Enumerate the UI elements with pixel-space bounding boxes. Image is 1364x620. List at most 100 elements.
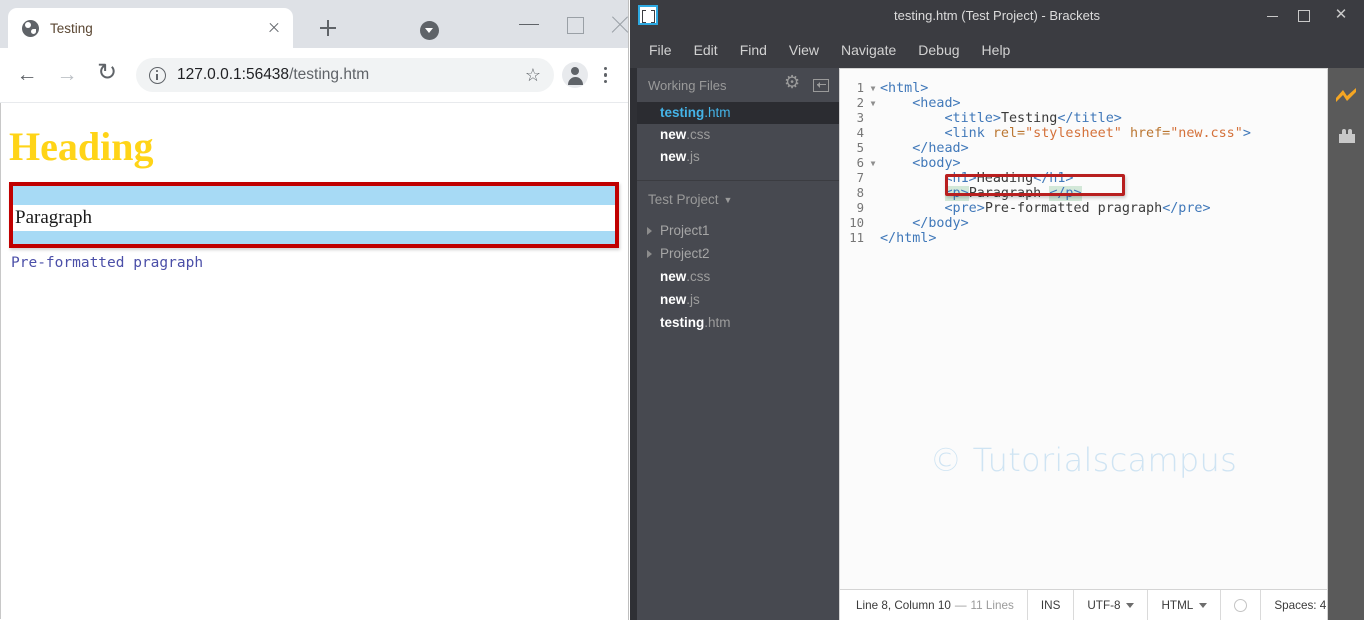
code-line[interactable]: 2 ▼ <head>: [840, 96, 1327, 111]
arrow-forward-icon[interactable]: [50, 58, 84, 92]
brackets-titlebar: testing.htm (Test Project) - Brackets ✕: [630, 0, 1364, 32]
working-file-new-css[interactable]: new.css: [637, 124, 839, 146]
gear-icon[interactable]: [784, 73, 801, 93]
caret-down-circle-icon[interactable]: [420, 21, 439, 40]
line-number: 10: [849, 216, 864, 230]
indent-size: 4: [1319, 598, 1327, 612]
file-extension: .js: [686, 149, 700, 164]
close-icon[interactable]: [265, 19, 283, 37]
tree-file-new-js[interactable]: new.js: [637, 288, 839, 311]
url-path: /testing.htm: [289, 66, 370, 83]
working-file-testing-htm[interactable]: testing.htm: [637, 102, 839, 124]
code-line[interactable]: 3 <title>Testing</title>: [840, 111, 1327, 126]
menu-find[interactable]: Find: [729, 38, 778, 62]
maximize-icon[interactable]: [1288, 0, 1318, 30]
page-preformatted: Pre-formatted pragraph: [11, 254, 204, 271]
code-line[interactable]: 6 ▼ <body>: [840, 156, 1327, 171]
maximize-icon[interactable]: [552, 8, 598, 40]
close-icon[interactable]: ✕: [1326, 0, 1356, 30]
code-line[interactable]: 10 </body>: [840, 216, 1327, 231]
close-icon[interactable]: [598, 8, 628, 40]
tree-file-testing-htm[interactable]: testing.htm: [637, 311, 839, 334]
menu-debug[interactable]: Debug: [907, 38, 970, 62]
line-number: 3: [856, 111, 864, 125]
code-line[interactable]: 4 <link rel="stylesheet" href="new.css">: [840, 126, 1327, 141]
star-icon[interactable]: ☆: [520, 66, 546, 84]
tree-item-label: Project1: [660, 223, 710, 238]
insert-mode[interactable]: INS: [1026, 590, 1073, 620]
code-fold-toggle-icon[interactable]: ▼: [866, 96, 880, 111]
brackets-body: Working Files testing.htm new.css new.js…: [630, 68, 1364, 620]
code-line-text: </body>: [912, 216, 969, 231]
code-line[interactable]: 1 ▼ <html>: [840, 81, 1327, 96]
indent-label: Spaces:: [1274, 598, 1317, 612]
chevron-right-icon: [647, 250, 652, 258]
code-line[interactable]: 7 <h1>Heading</h1>: [840, 171, 1327, 186]
code-line-text: <html>: [880, 81, 929, 96]
brackets-menubar: File Edit Find View Navigate Debug Help: [630, 32, 1364, 68]
code-area[interactable]: 1 ▼ <html> 2 ▼ <head> 3 <title>Testing</title…: [840, 69, 1327, 589]
code-line-text: </head>: [912, 141, 969, 156]
plus-icon[interactable]: [315, 15, 341, 41]
brackets-window: testing.htm (Test Project) - Brackets ✕ …: [630, 0, 1364, 620]
cursor-position[interactable]: Line 8, Column 10—11 Lines: [840, 590, 1027, 620]
code-line[interactable]: 9 <pre>Pre-formatted pragraph</pre>: [840, 201, 1327, 216]
encoding-label: UTF-8: [1087, 598, 1121, 612]
cursor-text: Line 8, Column 10: [856, 598, 951, 612]
info-circle-icon[interactable]: [149, 66, 166, 84]
url-host: 127.0.0.1:56438: [177, 66, 290, 83]
code-line[interactable]: 8 <p>Paragraph </p>: [840, 186, 1327, 201]
tree-item-label: Project2: [660, 246, 710, 261]
menu-navigate[interactable]: Navigate: [830, 38, 907, 62]
language-select[interactable]: HTML: [1147, 590, 1220, 620]
screenshot-root: Testing 127.0.0.1:56438/testing.htm ☆: [0, 0, 1364, 620]
minimize-icon[interactable]: [506, 8, 552, 40]
code-line-text: <p>Paragraph </p>: [944, 186, 1082, 201]
rendered-web-page: Heading Paragraph Pre-formatted pragraph: [0, 103, 628, 619]
code-fold-toggle-icon[interactable]: ▼: [866, 156, 880, 171]
working-file-new-js[interactable]: new.js: [637, 146, 839, 168]
code-line[interactable]: 5 </head>: [840, 141, 1327, 156]
code-line-text: <body>: [912, 156, 961, 171]
page-heading: Heading: [9, 124, 154, 169]
reload-icon[interactable]: [90, 56, 124, 92]
menu-file[interactable]: File: [638, 38, 683, 62]
code-line-text: <pre>Pre-formatted pragraph</pre>: [944, 201, 1211, 216]
code-fold-toggle-icon[interactable]: ▼: [866, 81, 880, 96]
encoding-select[interactable]: UTF-8: [1073, 590, 1147, 620]
line-number: 1: [856, 81, 864, 95]
menu-edit[interactable]: Edit: [683, 38, 729, 62]
line-number: 5: [856, 141, 864, 155]
split-view-icon[interactable]: [813, 78, 829, 92]
menu-help[interactable]: Help: [971, 38, 1022, 62]
live-preview-bolt-icon[interactable]: [1328, 77, 1364, 119]
minimize-icon[interactable]: [1258, 0, 1288, 30]
address-bar[interactable]: 127.0.0.1:56438/testing.htm ☆: [136, 58, 554, 92]
avatar-icon[interactable]: [562, 62, 588, 88]
tree-folder-project1[interactable]: Project1: [637, 219, 839, 242]
file-basename: new: [660, 292, 687, 307]
extension-manager-brick-icon[interactable]: [1328, 119, 1364, 161]
lint-status[interactable]: [1220, 590, 1260, 620]
page-paragraph: Paragraph: [13, 204, 615, 231]
indent-setting[interactable]: Spaces: 4: [1260, 590, 1327, 620]
tree-folder-project2[interactable]: Project2: [637, 242, 839, 265]
project-name-dropdown[interactable]: Test Project ▼: [637, 192, 839, 207]
kebab-menu-icon[interactable]: [592, 62, 618, 88]
window-title: testing.htm (Test Project) - Brackets: [894, 8, 1100, 23]
file-basename: new: [660, 149, 687, 164]
sidebar-divider: [637, 168, 839, 180]
brackets-right-toolbar: [1328, 68, 1364, 620]
line-number: 8: [856, 186, 864, 200]
arrow-back-icon[interactable]: [10, 58, 44, 92]
line-number: 11: [849, 231, 864, 245]
code-editor-panel[interactable]: 1 ▼ <html> 2 ▼ <head> 3 <title>Testing</title…: [839, 68, 1328, 620]
file-extension: .css: [686, 127, 711, 142]
tree-file-new-css[interactable]: new.css: [637, 265, 839, 288]
file-basename: new: [660, 127, 687, 142]
chevron-right-icon: [647, 227, 652, 235]
browser-tabstrip: Testing: [0, 0, 628, 48]
menu-view[interactable]: View: [778, 38, 830, 62]
browser-tab-testing[interactable]: Testing: [8, 8, 293, 48]
code-line[interactable]: 11 </html>: [840, 231, 1327, 246]
